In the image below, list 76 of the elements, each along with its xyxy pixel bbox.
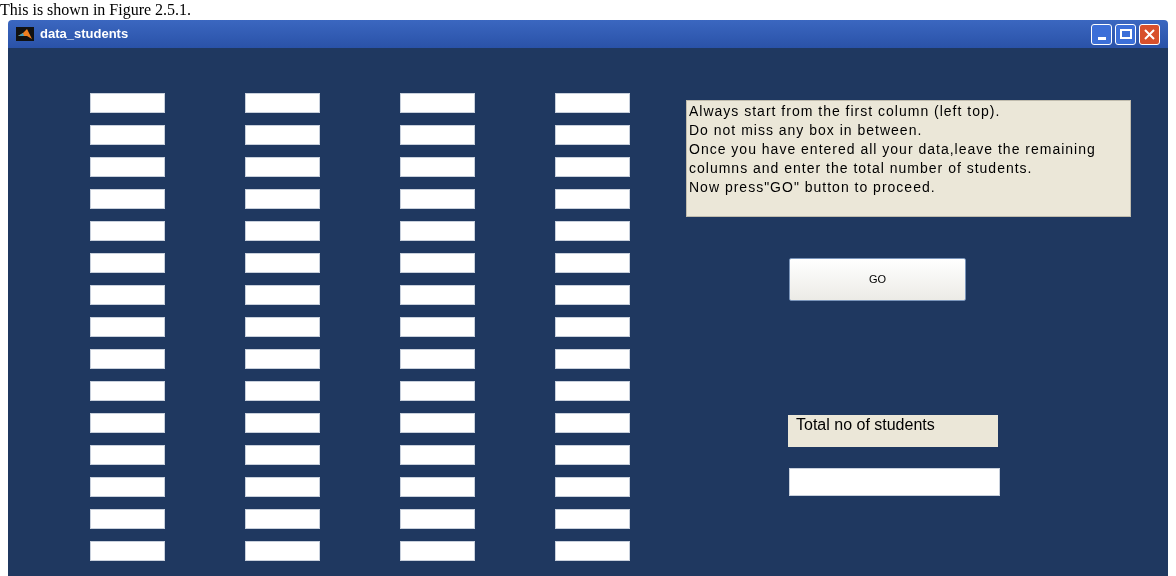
- input-field[interactable]: [555, 285, 630, 305]
- maximize-button[interactable]: [1115, 23, 1136, 45]
- input-field[interactable]: [90, 477, 165, 497]
- input-field[interactable]: [555, 189, 630, 209]
- input-field[interactable]: [400, 541, 475, 561]
- input-field[interactable]: [400, 189, 475, 209]
- input-field[interactable]: [245, 221, 320, 241]
- input-field[interactable]: [90, 221, 165, 241]
- input-field[interactable]: [245, 285, 320, 305]
- input-field[interactable]: [555, 445, 630, 465]
- input-field[interactable]: [555, 221, 630, 241]
- minimize-icon: [1097, 36, 1106, 40]
- total-students-field[interactable]: [789, 468, 1000, 496]
- window-title: data_students: [40, 25, 129, 44]
- input-field[interactable]: [400, 349, 475, 369]
- input-field[interactable]: [90, 189, 165, 209]
- app-logo-icon: [16, 27, 34, 41]
- input-field[interactable]: [400, 285, 475, 305]
- input-field[interactable]: [245, 477, 320, 497]
- input-field[interactable]: [90, 381, 165, 401]
- input-field[interactable]: [245, 349, 320, 369]
- input-field[interactable]: [555, 541, 630, 561]
- input-field[interactable]: [555, 381, 630, 401]
- input-field[interactable]: [400, 477, 475, 497]
- close-icon: [1144, 28, 1155, 40]
- input-field[interactable]: [400, 381, 475, 401]
- input-field[interactable]: [90, 445, 165, 465]
- input-field[interactable]: [555, 125, 630, 145]
- input-field[interactable]: [90, 413, 165, 433]
- document-caption: This is shown in Figure 2.5.1.: [0, 0, 192, 19]
- go-button[interactable]: GO: [789, 258, 966, 301]
- input-field[interactable]: [555, 413, 630, 433]
- input-field[interactable]: [400, 253, 475, 273]
- input-field[interactable]: [400, 445, 475, 465]
- input-field[interactable]: [245, 253, 320, 273]
- input-field[interactable]: [400, 93, 475, 113]
- input-field[interactable]: [555, 93, 630, 113]
- input-field[interactable]: [90, 541, 165, 561]
- input-field[interactable]: [245, 509, 320, 529]
- input-field[interactable]: [90, 509, 165, 529]
- input-field[interactable]: [245, 413, 320, 433]
- input-field[interactable]: [400, 317, 475, 337]
- instruction-text: Now press"GO" button to proceed.: [689, 178, 937, 197]
- maximize-icon: [1119, 29, 1132, 39]
- input-field[interactable]: [90, 349, 165, 369]
- input-field[interactable]: [555, 349, 630, 369]
- input-field[interactable]: [90, 157, 165, 177]
- input-field[interactable]: [90, 253, 165, 273]
- input-field[interactable]: [245, 157, 320, 177]
- input-field[interactable]: [555, 477, 630, 497]
- input-field[interactable]: [90, 317, 165, 337]
- input-field[interactable]: [400, 157, 475, 177]
- input-field[interactable]: [400, 413, 475, 433]
- total-students-label: Total no of students: [788, 415, 998, 447]
- instruction-text: Always start from the first column (left top).: [689, 102, 1002, 121]
- input-field[interactable]: [555, 509, 630, 529]
- input-field[interactable]: [245, 93, 320, 113]
- input-field[interactable]: [245, 189, 320, 209]
- input-field[interactable]: [245, 317, 320, 337]
- close-button[interactable]: [1139, 23, 1160, 45]
- minimize-button[interactable]: [1091, 23, 1112, 45]
- input-field[interactable]: [400, 125, 475, 145]
- input-field[interactable]: [90, 285, 165, 305]
- input-field[interactable]: [245, 541, 320, 561]
- input-field[interactable]: [90, 125, 165, 145]
- input-field[interactable]: [90, 93, 165, 113]
- input-field[interactable]: [400, 221, 475, 241]
- instruction-text: Do not miss any box in between.: [689, 121, 924, 140]
- instruction-text: Once you have entered all your data,leave the remaining columns and enter the total number of students.: [689, 140, 1097, 178]
- input-field[interactable]: [245, 381, 320, 401]
- input-field[interactable]: [555, 253, 630, 273]
- input-field[interactable]: [245, 125, 320, 145]
- input-field[interactable]: [555, 317, 630, 337]
- input-field[interactable]: [555, 157, 630, 177]
- input-field[interactable]: [245, 445, 320, 465]
- input-field[interactable]: [400, 509, 475, 529]
